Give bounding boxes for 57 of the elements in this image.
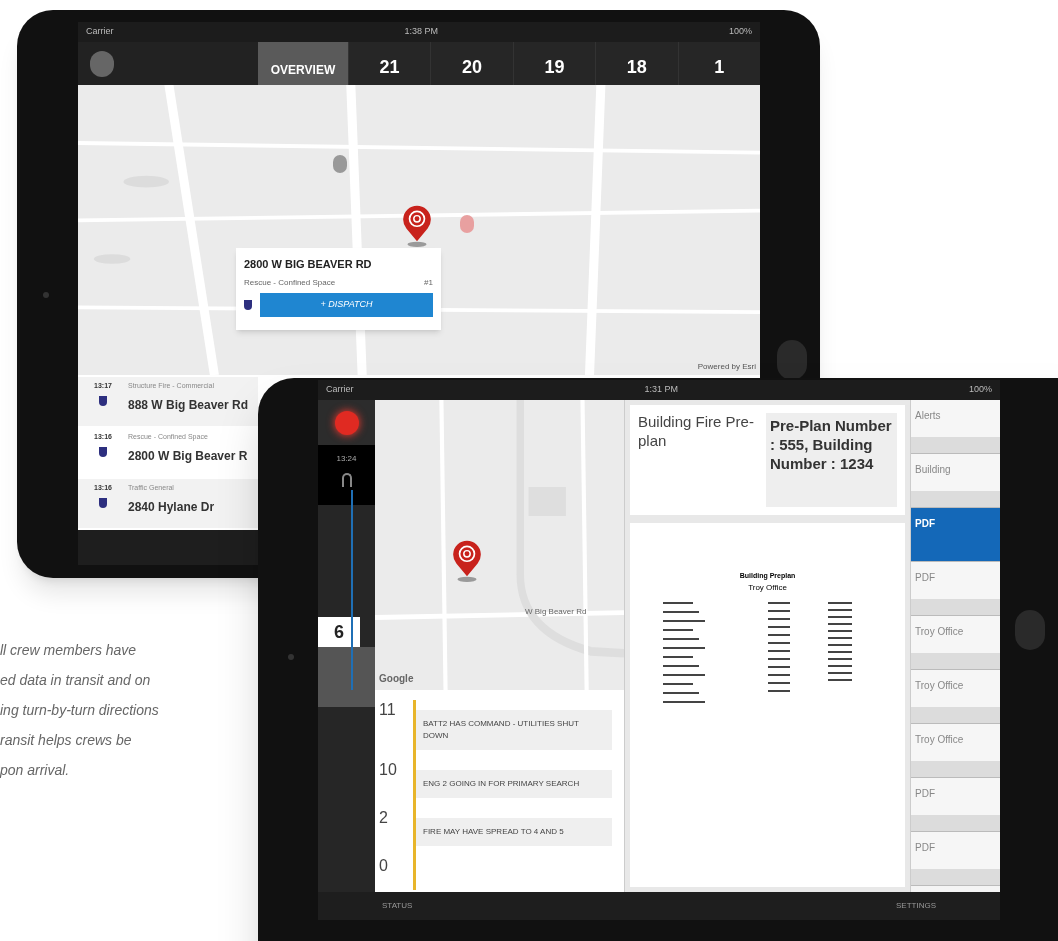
carrier-label: Carrier xyxy=(326,383,354,397)
unit-panel[interactable] xyxy=(318,647,375,707)
incident-address: 2800 W BIG BEAVER RD xyxy=(244,257,373,272)
incident-address: 2800 W Big Beaver R xyxy=(128,447,248,465)
battery-label: 100% xyxy=(968,383,992,397)
unit-marker-icon xyxy=(99,497,107,508)
map-attribution: Powered by Esri xyxy=(697,361,756,373)
incident-address: 2840 Hylane Dr xyxy=(128,498,215,516)
carrier-label: Carrier xyxy=(86,25,114,39)
dispatch-button[interactable]: + DISPATCH xyxy=(260,292,433,317)
log-entry[interactable]: ENG 2 GOING IN FOR PRIMARY SEARCH xyxy=(415,770,612,798)
alarm-icon[interactable] xyxy=(334,410,359,435)
incident-tab[interactable]: 19 xyxy=(512,42,596,85)
nav-tab[interactable]: STATUS xyxy=(382,900,413,912)
caption-line: ll crew members have xyxy=(0,641,138,660)
fire-pin-icon[interactable] xyxy=(400,205,434,248)
camera-icon xyxy=(288,654,294,660)
incident-address: 888 W Big Beaver Rd xyxy=(128,396,249,414)
document-subtitle: Troy Office xyxy=(748,581,787,594)
log-entry[interactable]: BATT2 HAS COMMAND - UTILITIES SHUT DOWN xyxy=(415,710,612,750)
incident-number: #1 xyxy=(424,276,433,289)
camera-icon xyxy=(43,292,49,298)
caption-line: ed data in transit and on xyxy=(0,671,152,690)
incident-tab[interactable]: 18 xyxy=(595,42,678,85)
file-tab[interactable]: PDF xyxy=(911,508,1000,562)
home-button-icon[interactable] xyxy=(1015,610,1045,650)
caption-line: ing turn-by-turn directions xyxy=(0,701,159,720)
incident-type: Rescue - Confined Space xyxy=(244,276,336,289)
caption-line: pon arrival. xyxy=(0,761,71,780)
battery-label: 100% xyxy=(728,25,752,39)
caption-line: ransit helps crews be xyxy=(0,731,133,750)
unit-marker-icon xyxy=(244,299,252,310)
map-attribution: Google xyxy=(379,672,414,686)
preplan-title: Building Fire Pre-plan xyxy=(638,413,755,451)
incident-tab[interactable]: 1 xyxy=(677,42,760,85)
map-pin-icon[interactable] xyxy=(333,155,347,173)
unit-panel[interactable]: 13:24 xyxy=(318,445,375,505)
incident-tab[interactable]: OVERVIEW xyxy=(258,42,348,85)
log-count: 2 xyxy=(379,808,389,828)
street-label: W Big Beaver Rd xyxy=(525,606,587,618)
fire-pin-icon[interactable] xyxy=(450,540,484,583)
home-button-icon[interactable] xyxy=(777,340,807,380)
unit-marker-icon xyxy=(99,395,107,406)
unit-time: 13:24 xyxy=(336,453,357,465)
clock-label: 1:38 PM xyxy=(404,25,438,39)
map-pin-icon[interactable] xyxy=(460,215,474,233)
log-count: 11 xyxy=(379,700,397,720)
log-entry[interactable]: FIRE MAY HAVE SPREAD TO 4 AND 5 xyxy=(415,818,612,846)
preplan-number: Pre-Plan Number : 555, Building Number : 1234 xyxy=(766,413,897,507)
unit-marker-icon xyxy=(99,446,107,457)
count-badge[interactable]: 6 xyxy=(318,617,360,647)
log-count: 0 xyxy=(379,856,389,876)
incident-tab[interactable]: 20 xyxy=(430,42,513,85)
incident-tab[interactable]: 21 xyxy=(347,42,431,85)
nav-tab[interactable]: SETTINGS xyxy=(896,900,936,912)
clock-label: 1:31 PM xyxy=(644,383,678,397)
log-count: 10 xyxy=(379,760,398,780)
